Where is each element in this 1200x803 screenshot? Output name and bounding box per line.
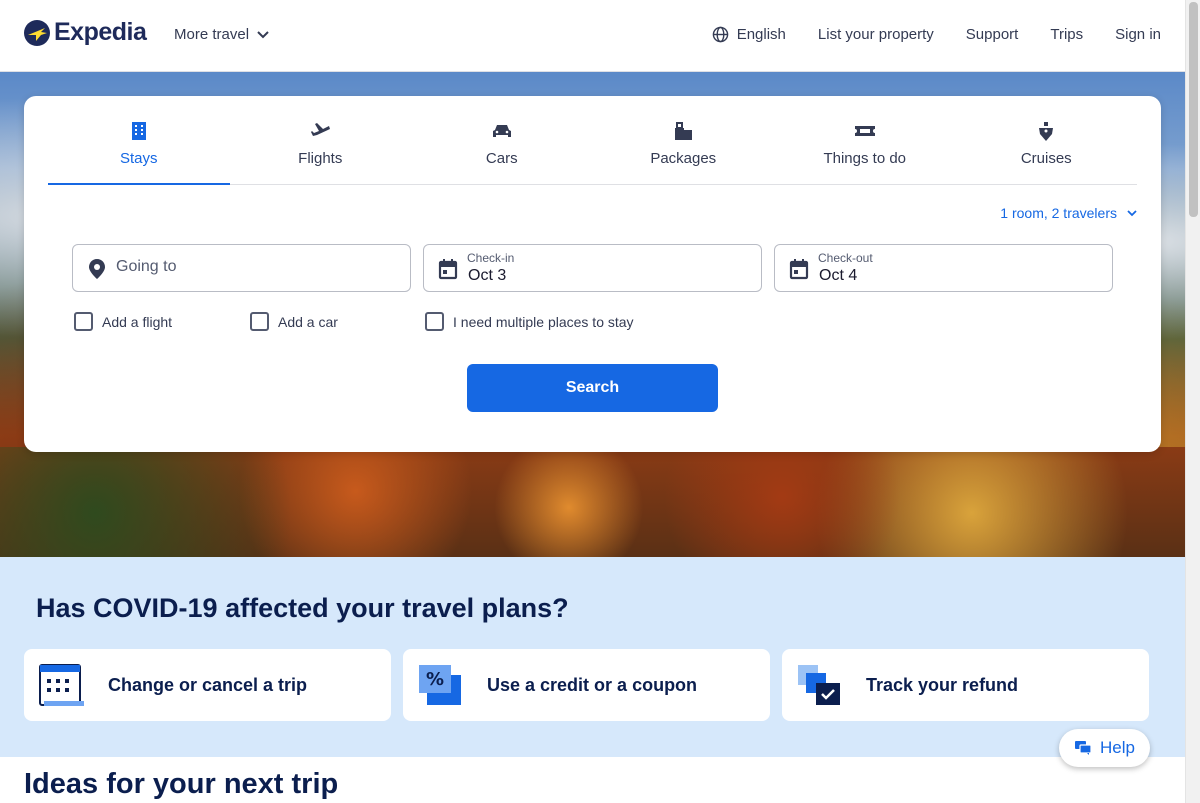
search-options: Add a flight Add a car I need multiple p…: [74, 312, 634, 331]
tab-label: Stays: [119, 150, 158, 167]
tab-label: Packages: [650, 150, 717, 167]
calendar-icon: [39, 664, 84, 706]
checkbox-box[interactable]: [74, 312, 93, 331]
map-pin-icon: [89, 259, 105, 279]
going-to-field[interactable]: Going to: [72, 244, 411, 292]
calendar-icon: [438, 259, 458, 280]
support-link[interactable]: Support: [966, 26, 1019, 43]
check-out-label: Check-out: [818, 251, 873, 265]
tab-flights[interactable]: Flights: [230, 96, 412, 184]
page-scrollbar[interactable]: [1185, 0, 1200, 803]
search-card: Stays Flights Cars Packages Things to do…: [24, 96, 1161, 452]
checkbox-box[interactable]: [425, 312, 444, 331]
logo-text: Expedia: [54, 18, 147, 46]
chevron-down-icon: [257, 30, 269, 38]
check-in-value: Oct 3: [468, 267, 507, 284]
multiple-places-checkbox[interactable]: I need multiple places to stay: [425, 312, 634, 331]
expedia-logo-icon: [24, 19, 50, 46]
card-label: Use a credit or a coupon: [487, 675, 698, 695]
coupon-icon: %: [419, 665, 461, 705]
language-label: English: [736, 26, 786, 43]
calendar-icon: [789, 259, 809, 280]
ship-icon: [1039, 122, 1054, 141]
list-property-link[interactable]: List your property: [818, 26, 934, 43]
lob-tabs: Stays Flights Cars Packages Things to do…: [48, 96, 1137, 185]
more-travel-label: More travel: [174, 26, 250, 43]
covid-title: Has COVID-19 affected your travel plans?: [36, 593, 569, 623]
header-nav: English List your property Support Trips…: [712, 26, 1161, 43]
plane-icon: [311, 123, 331, 136]
use-credit-coupon-card[interactable]: % Use a credit or a coupon: [403, 649, 770, 721]
building-icon: [131, 122, 146, 140]
luggage-icon: [675, 122, 693, 140]
ideas-title: Ideas for your next trip: [24, 768, 339, 800]
globe-icon: [712, 26, 728, 43]
top-header: Expedia More travel English List your pr…: [0, 0, 1185, 72]
check-out-value: Oct 4: [819, 267, 858, 284]
change-cancel-trip-card[interactable]: Change or cancel a trip: [24, 649, 391, 721]
chevron-down-icon: [1127, 209, 1137, 216]
covid-section: Has COVID-19 affected your travel plans?…: [0, 557, 1185, 757]
going-to-placeholder: Going to: [116, 258, 177, 275]
check-in-label: Check-in: [467, 251, 515, 265]
track-refund-card[interactable]: Track your refund: [782, 649, 1149, 721]
language-selector[interactable]: English: [712, 26, 786, 43]
add-flight-label: Add a flight: [102, 313, 173, 330]
car-icon: [492, 125, 511, 137]
travelers-label: 1 room, 2 travelers: [1000, 205, 1117, 221]
search-button[interactable]: Search: [467, 364, 718, 412]
more-travel-menu[interactable]: More travel: [174, 26, 269, 43]
add-flight-checkbox[interactable]: Add a flight: [74, 312, 250, 331]
multiple-places-label: I need multiple places to stay: [453, 313, 634, 330]
add-car-label: Add a car: [278, 313, 338, 330]
ticket-icon: [854, 126, 875, 136]
tab-label: Cruises: [1020, 150, 1072, 167]
refund-icon: [798, 665, 840, 705]
tab-packages[interactable]: Packages: [593, 96, 775, 184]
tab-label: Flights: [298, 150, 343, 167]
travelers-selector[interactable]: 1 room, 2 travelers: [1000, 205, 1137, 221]
add-car-checkbox[interactable]: Add a car: [250, 312, 425, 331]
checkbox-box[interactable]: [250, 312, 269, 331]
card-label: Change or cancel a trip: [108, 675, 308, 695]
check-out-field[interactable]: Check-out Oct 4: [774, 244, 1113, 292]
scrollbar-thumb[interactable]: [1189, 2, 1198, 217]
tab-things-to-do[interactable]: Things to do: [774, 96, 956, 184]
help-label: Help: [1100, 738, 1135, 757]
card-label: Track your refund: [866, 675, 1019, 695]
check-in-field[interactable]: Check-in Oct 3: [423, 244, 762, 292]
tab-cars[interactable]: Cars: [411, 96, 593, 184]
tab-cruises[interactable]: Cruises: [956, 96, 1138, 184]
sign-in-link[interactable]: Sign in: [1115, 26, 1161, 43]
tab-label: Cars: [485, 150, 518, 167]
help-button[interactable]: Help: [1059, 729, 1150, 767]
expedia-logo[interactable]: Expedia: [24, 18, 147, 47]
tab-label: Things to do: [823, 150, 907, 167]
trips-link[interactable]: Trips: [1050, 26, 1083, 43]
chat-icon: [1075, 741, 1092, 755]
tab-stays[interactable]: Stays: [48, 96, 230, 185]
svg-text:%: %: [426, 669, 444, 690]
hero-foliage: [0, 447, 1185, 557]
